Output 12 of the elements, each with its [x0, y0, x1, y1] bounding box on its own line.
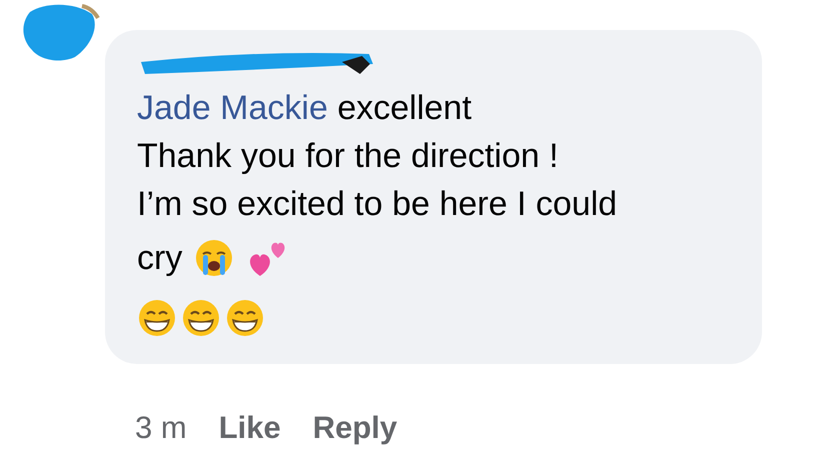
mention-link[interactable]: Jade Mackie — [137, 89, 328, 127]
grinning-face-icon — [181, 298, 221, 338]
grinning-face-icon — [225, 298, 265, 338]
comment-text: Thank you for the direction ! — [137, 136, 558, 177]
like-button[interactable]: Like — [218, 410, 281, 446]
grinning-face-icon — [137, 298, 177, 338]
comment-text: I’m so excited to be here I could — [137, 184, 618, 225]
comment-text: Jade Mackie excellent — [137, 88, 472, 129]
timestamp: 3 m — [135, 410, 187, 446]
reply-button[interactable]: Reply — [312, 410, 398, 446]
crying-face-icon — [194, 238, 234, 278]
comment-text: cry — [137, 238, 182, 279]
